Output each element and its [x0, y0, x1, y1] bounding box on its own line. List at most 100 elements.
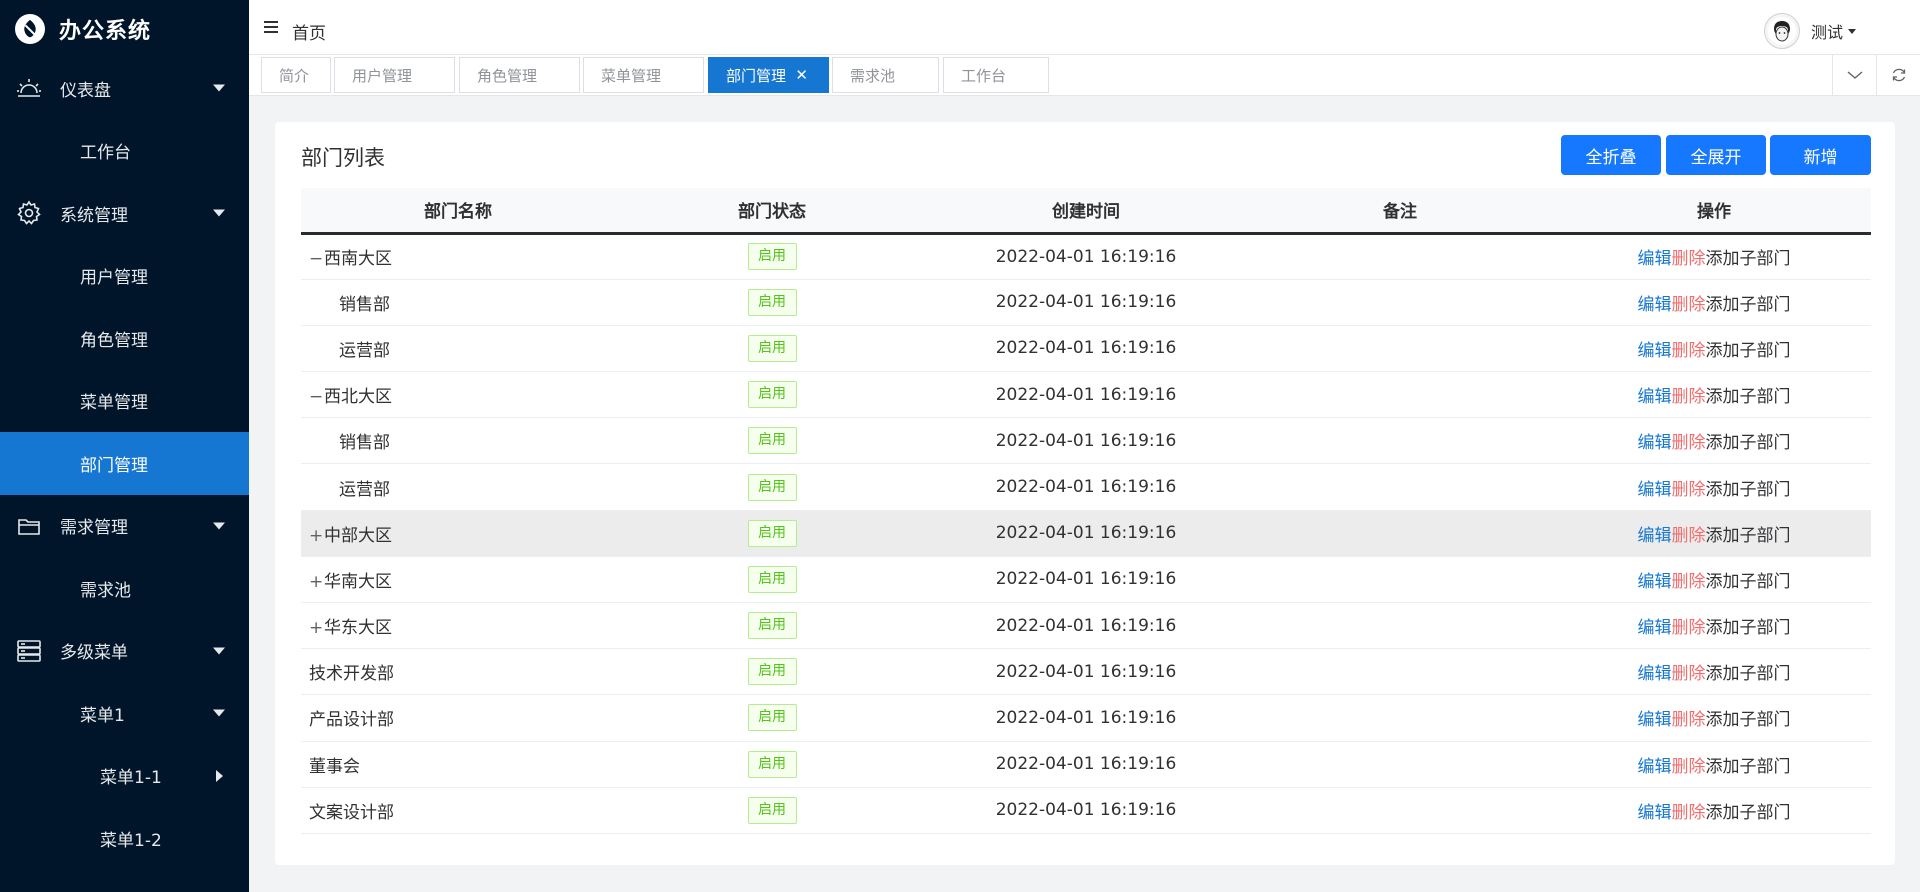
delete-link[interactable]: 删除 — [1672, 618, 1706, 638]
tab-requirement-pool[interactable]: 需求池 — [832, 57, 939, 93]
delete-link[interactable]: 删除 — [1672, 710, 1706, 730]
menu-user-management[interactable]: 用户管理 — [0, 245, 249, 308]
table-row[interactable]: 销售部 启用 2022-04-01 16:19:16 编辑删除添加子部门 — [301, 279, 1871, 326]
add-child-department-link[interactable]: 添加子部门 — [1706, 803, 1791, 823]
table-row[interactable]: +中部大区 启用 2022-04-01 16:19:16 编辑删除添加子部门 — [301, 510, 1871, 557]
table-body: −西南大区 启用 2022-04-01 16:19:16 编辑删除添加子部门 销售部 启用… — [301, 233, 1871, 834]
created-time-cell: 2022-04-01 16:19:16 — [929, 325, 1243, 373]
menu-menu1-2[interactable]: 菜单1-2 — [0, 807, 249, 870]
delete-link[interactable]: 删除 — [1672, 664, 1706, 684]
expand-toggle-icon[interactable]: + — [309, 526, 323, 546]
delete-link[interactable]: 删除 — [1672, 341, 1706, 361]
expand-toggle-icon[interactable]: + — [309, 618, 323, 638]
edit-link[interactable]: 编辑 — [1638, 710, 1672, 730]
add-child-department-link[interactable]: 添加子部门 — [1706, 664, 1791, 684]
tab-intro[interactable]: 简介 — [261, 57, 331, 93]
avatar[interactable] — [1763, 13, 1800, 49]
tabs-dropdown-button[interactable] — [1832, 55, 1876, 95]
edit-link[interactable]: 编辑 — [1638, 664, 1672, 684]
table-row[interactable]: 运营部 启用 2022-04-01 16:19:16 编辑删除添加子部门 — [301, 325, 1871, 373]
edit-link[interactable]: 编辑 — [1638, 480, 1672, 500]
table-row[interactable]: +华南大区 启用 2022-04-01 16:19:16 编辑删除添加子部门 — [301, 556, 1871, 604]
collapse-toggle-icon[interactable]: − — [309, 249, 323, 269]
menu-multilevel[interactable]: 多级菜单 — [0, 620, 249, 683]
table-row[interactable]: 董事会 启用 2022-04-01 16:19:16 编辑删除添加子部门 — [301, 741, 1871, 788]
table-row[interactable]: 产品设计部 启用 2022-04-01 16:19:16 编辑删除添加子部门 — [301, 694, 1871, 742]
edit-link[interactable]: 编辑 — [1638, 433, 1672, 453]
edit-link[interactable]: 编辑 — [1638, 572, 1672, 592]
add-child-department-link[interactable]: 添加子部门 — [1706, 710, 1791, 730]
menu-role-management[interactable]: 角色管理 — [0, 307, 249, 370]
menu-system[interactable]: 系统管理 — [0, 182, 249, 245]
add-child-department-link[interactable]: 添加子部门 — [1706, 433, 1791, 453]
edit-link[interactable]: 编辑 — [1638, 341, 1672, 361]
edit-link[interactable]: 编辑 — [1638, 295, 1672, 315]
add-child-department-link[interactable]: 添加子部门 — [1706, 341, 1791, 361]
collapse-toggle-icon[interactable]: − — [309, 387, 323, 407]
table-row[interactable]: 销售部 启用 2022-04-01 16:19:16 编辑删除添加子部门 — [301, 417, 1871, 465]
status-badge: 启用 — [747, 243, 797, 271]
remark-cell — [1243, 417, 1557, 465]
delete-link[interactable]: 删除 — [1672, 526, 1706, 546]
delete-link[interactable]: 删除 — [1672, 803, 1706, 823]
department-name: 销售部 — [339, 433, 390, 454]
app-logo[interactable]: 办公系统 — [0, 0, 249, 57]
delete-link[interactable]: 删除 — [1672, 433, 1706, 453]
delete-link[interactable]: 删除 — [1672, 249, 1706, 269]
menu-menu1[interactable]: 菜单1 — [0, 682, 249, 745]
hamburger-icon[interactable] — [264, 21, 278, 33]
edit-link[interactable]: 编辑 — [1638, 618, 1672, 638]
table-row[interactable]: −西南大区 启用 2022-04-01 16:19:16 编辑删除添加子部门 — [301, 233, 1871, 280]
menu-department-management[interactable]: 部门管理 — [0, 432, 249, 495]
edit-link[interactable]: 编辑 — [1638, 757, 1672, 777]
tab-department-management[interactable]: 部门管理 ✕ — [708, 57, 829, 93]
breadcrumb[interactable]: 首页 — [292, 19, 326, 44]
edit-link[interactable]: 编辑 — [1638, 249, 1672, 269]
column-header-name: 部门名称 — [301, 188, 615, 235]
menu-requirement-pool[interactable]: 需求池 — [0, 557, 249, 620]
table-row[interactable]: 运营部 启用 2022-04-01 16:19:16 编辑删除添加子部门 — [301, 463, 1871, 511]
menu-workbench[interactable]: 工作台 — [0, 120, 249, 183]
department-name-cell: −西南大区 — [301, 233, 615, 280]
table-row[interactable]: 技术开发部 启用 2022-04-01 16:19:16 编辑删除添加子部门 — [301, 648, 1871, 696]
edit-link[interactable]: 编辑 — [1638, 526, 1672, 546]
add-child-department-link[interactable]: 添加子部门 — [1706, 387, 1791, 407]
delete-link[interactable]: 删除 — [1672, 572, 1706, 592]
add-child-department-link[interactable]: 添加子部门 — [1706, 295, 1791, 315]
user-menu[interactable]: 测试 — [1763, 13, 1856, 49]
collapse-all-button[interactable]: 全折叠 — [1561, 135, 1661, 175]
delete-link[interactable]: 删除 — [1672, 295, 1706, 315]
menu-system-label: 系统管理 — [60, 205, 128, 226]
menu-menu1-1[interactable]: 菜单1-1 — [0, 745, 249, 808]
table-row[interactable]: 文案设计部 启用 2022-04-01 16:19:16 编辑删除添加子部门 — [301, 787, 1871, 834]
edit-link[interactable]: 编辑 — [1638, 803, 1672, 823]
delete-link[interactable]: 删除 — [1672, 387, 1706, 407]
expand-toggle-icon[interactable]: + — [309, 572, 323, 592]
refresh-button[interactable] — [1876, 55, 1920, 95]
expand-all-button[interactable]: 全展开 — [1666, 135, 1766, 175]
server-stack-icon — [17, 639, 41, 662]
delete-link[interactable]: 删除 — [1672, 480, 1706, 500]
tab-user-management[interactable]: 用户管理 — [334, 57, 455, 93]
remark-cell — [1243, 556, 1557, 604]
add-child-department-link[interactable]: 添加子部门 — [1706, 618, 1791, 638]
created-time-cell: 2022-04-01 16:19:16 — [929, 510, 1243, 557]
add-child-department-link[interactable]: 添加子部门 — [1706, 757, 1791, 777]
tab-menu-management[interactable]: 菜单管理 — [583, 57, 704, 93]
add-department-button[interactable]: 新增 — [1770, 135, 1871, 175]
department-name-cell: 运营部 — [301, 325, 615, 373]
add-child-department-link[interactable]: 添加子部门 — [1706, 526, 1791, 546]
close-icon[interactable]: ✕ — [795, 66, 808, 84]
add-child-department-link[interactable]: 添加子部门 — [1706, 572, 1791, 592]
menu-menu-management[interactable]: 菜单管理 — [0, 370, 249, 433]
edit-link[interactable]: 编辑 — [1638, 387, 1672, 407]
add-child-department-link[interactable]: 添加子部门 — [1706, 249, 1791, 269]
menu-dashboard[interactable]: 仪表盘 — [0, 57, 249, 120]
delete-link[interactable]: 删除 — [1672, 757, 1706, 777]
add-child-department-link[interactable]: 添加子部门 — [1706, 480, 1791, 500]
menu-requirements[interactable]: 需求管理 — [0, 495, 249, 558]
table-row[interactable]: +华东大区 启用 2022-04-01 16:19:16 编辑删除添加子部门 — [301, 602, 1871, 650]
table-row[interactable]: −西北大区 启用 2022-04-01 16:19:16 编辑删除添加子部门 — [301, 371, 1871, 419]
tab-role-management[interactable]: 角色管理 — [459, 57, 580, 93]
tab-workbench[interactable]: 工作台 — [943, 57, 1049, 93]
